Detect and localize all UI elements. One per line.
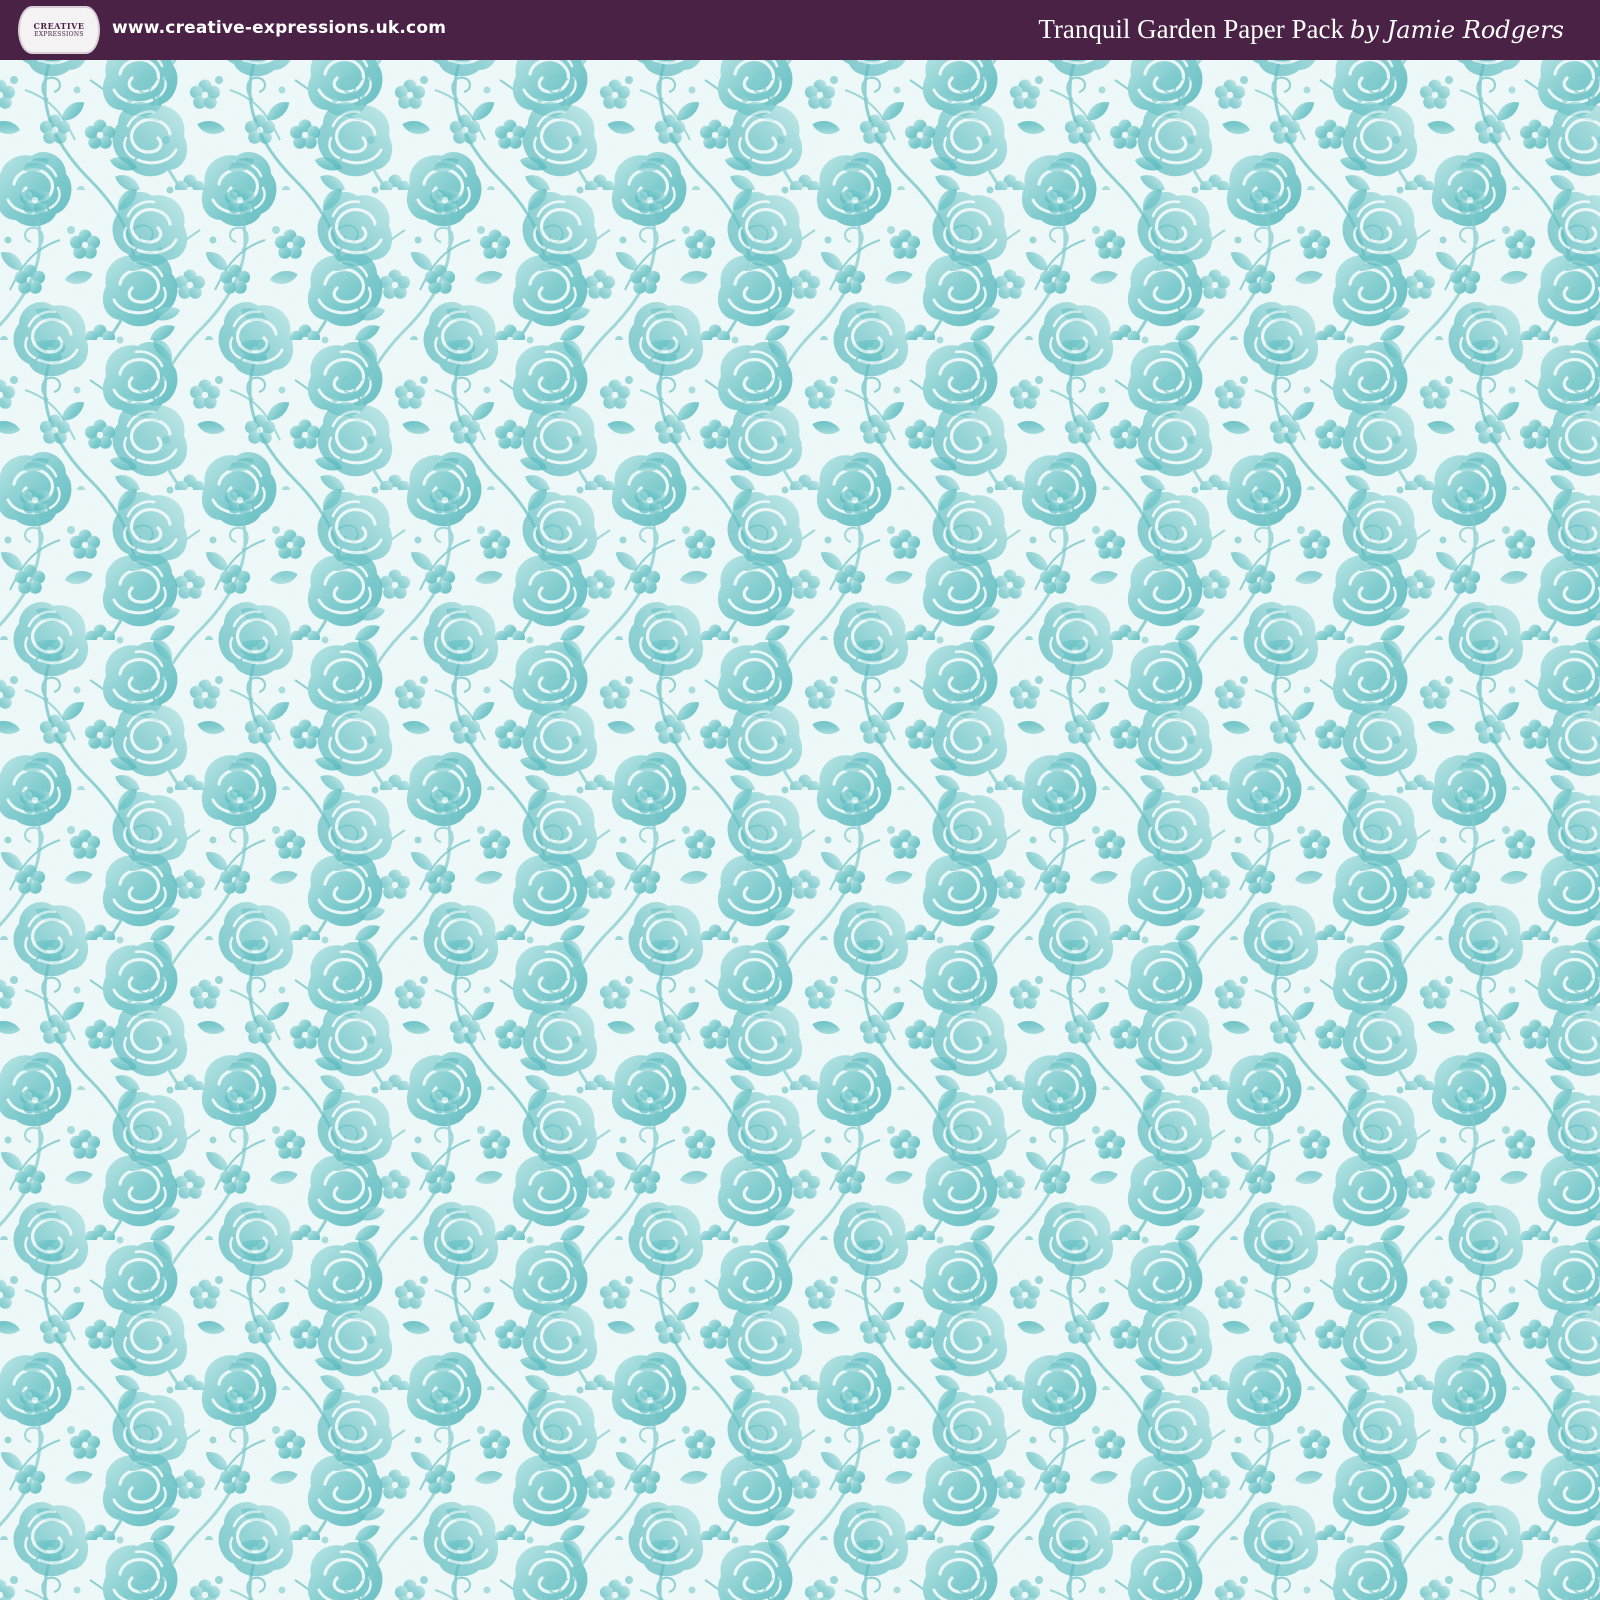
floral-vine-layer-b [0,60,1600,1600]
designer-byline: by Jamie Rodgers [1350,16,1564,44]
header-banner: CREATIVE EXPRESSIONS www.creative-expres… [0,0,1600,60]
patterned-paper [0,60,1600,1600]
floral-pattern [0,60,1600,1600]
pack-title: Tranquil Garden Paper Pack [1038,14,1345,44]
title-group: Tranquil Garden Paper Pack by Jamie Rodg… [1038,14,1564,45]
website-url: www.creative-expressions.uk.com [112,18,447,38]
brand-logo: CREATIVE EXPRESSIONS [18,6,100,54]
